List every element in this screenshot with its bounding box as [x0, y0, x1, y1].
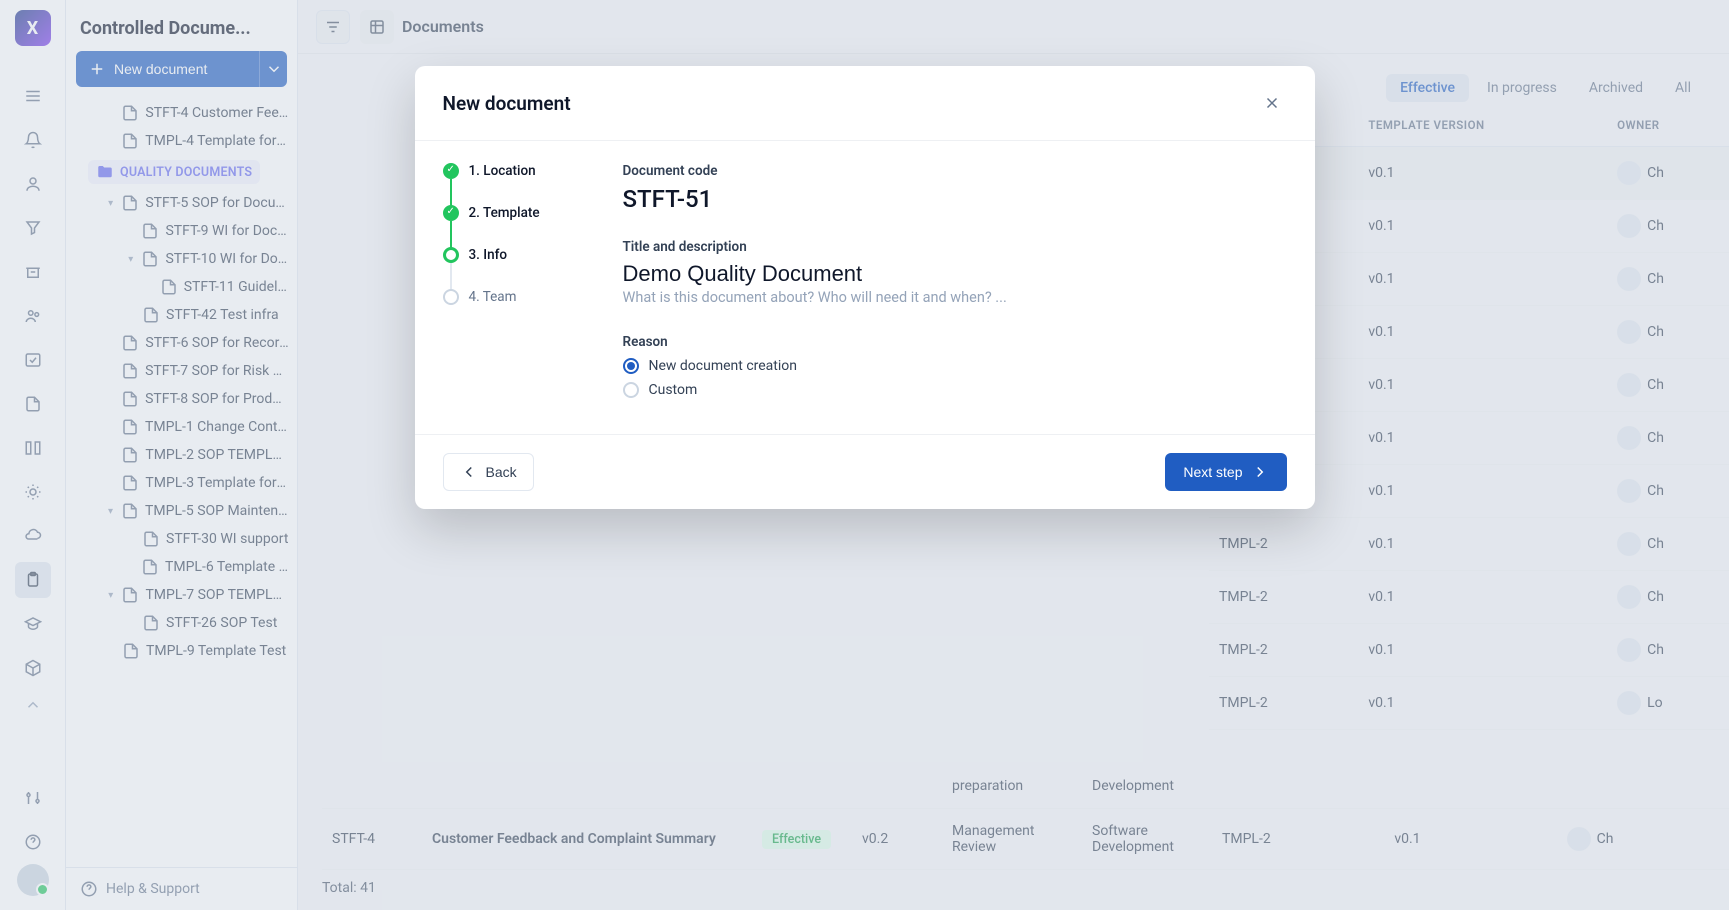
form-column: Document code STFT-51 Title and descript…: [623, 163, 1287, 406]
wizard-stepper: 1. Location2. Template3. Info4. Team: [443, 163, 583, 406]
wizard-step-2[interactable]: 2. Template: [443, 205, 583, 247]
wizard-step-3[interactable]: 3. Info: [443, 247, 583, 289]
document-code-label: Document code: [623, 163, 1287, 179]
back-button[interactable]: Back: [443, 453, 534, 491]
radio-icon: [623, 382, 639, 398]
wizard-step-4[interactable]: 4. Team: [443, 289, 583, 305]
document-code-value: STFT-51: [623, 185, 1287, 213]
modal-title: New document: [443, 92, 571, 115]
reason-option-new[interactable]: New document creation: [623, 358, 1287, 374]
description-placeholder[interactable]: What is this document about? Who will ne…: [623, 289, 1287, 306]
reason-option-custom[interactable]: Custom: [623, 382, 1287, 398]
close-button[interactable]: [1257, 88, 1287, 118]
radio-icon: [623, 358, 639, 374]
reason-label: Reason: [623, 334, 1287, 350]
title-desc-label: Title and description: [623, 239, 1287, 255]
document-title-input[interactable]: [623, 261, 1287, 287]
modal-overlay: New document 1. Location2. Template3. In…: [0, 0, 1729, 910]
new-document-modal: New document 1. Location2. Template3. In…: [415, 66, 1315, 509]
next-step-button[interactable]: Next step: [1165, 453, 1286, 491]
wizard-step-1[interactable]: 1. Location: [443, 163, 583, 205]
